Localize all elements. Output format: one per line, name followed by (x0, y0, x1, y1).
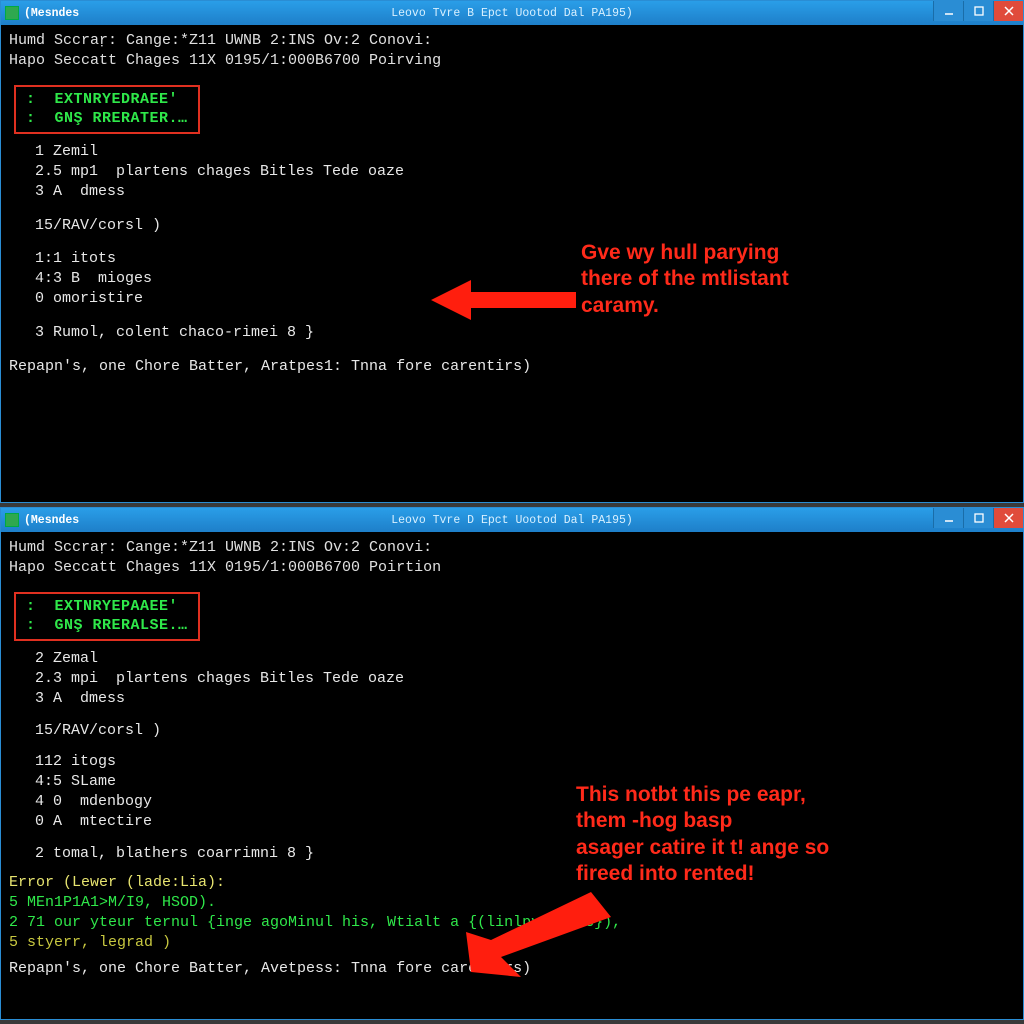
titlebar-bottom[interactable]: (Mesndes Leovo Tvre D Epct Uootod Dal PA… (1, 508, 1023, 532)
output-line: 3 A dmess (17, 182, 1015, 202)
output-line: 1 Zemil (17, 142, 1015, 162)
box-line-2: : GNŞ RRERALSE.… (26, 616, 188, 636)
box-line-1: : EXTNRYEDRAEE' (26, 90, 188, 110)
error-header: Error (Lewer (lade:Lia): (9, 873, 1015, 893)
maximize-button[interactable] (963, 508, 993, 528)
error-line: 5 MEn1P1A1>M/I9, HSOD). (9, 893, 1015, 913)
prompt-line: Repapn's, one Chore Batter, Avetpess: Tn… (9, 959, 1015, 979)
box-line-1: : EXTNRYEPAAEE' (26, 597, 188, 617)
output-line: 2.3 mpi plartens chages Bitles Tede oaze (17, 669, 1015, 689)
close-button[interactable] (993, 1, 1023, 21)
maximize-button[interactable] (963, 1, 993, 21)
output-line: 4 0 mdenbogy (17, 792, 1015, 812)
titlebar-top[interactable]: (Mesndes Leovo Tvre B Epct Uootod Dal PA… (1, 1, 1023, 25)
minimize-button[interactable] (933, 1, 963, 21)
prompt-line: Repapn's, one Chore Batter, Aratpes1: Tn… (9, 357, 1015, 377)
terminal-window-top: (Mesndes Leovo Tvre B Epct Uootod Dal PA… (0, 0, 1024, 503)
output-line: 4:5 SLame (17, 772, 1015, 792)
output-line: 1:1 itots (17, 249, 1015, 269)
output-line: 2 Zemal (17, 649, 1015, 669)
terminal-window-bottom: (Mesndes Leovo Tvre D Epct Uootod Dal PA… (0, 507, 1024, 1020)
app-icon (5, 513, 19, 527)
app-name: (Mesndes (24, 7, 79, 20)
output-line: 3 Rumol, colent chaco-rimei 8 } (17, 323, 1015, 343)
minimize-button[interactable] (933, 508, 963, 528)
app-name: (Mesndes (24, 514, 79, 527)
output-line: 4:3 B mioges (17, 269, 1015, 289)
header-line-2: Hapo Seccatt Chages 11X 0195/1:000B6700 … (9, 51, 1015, 71)
highlighted-block: : EXTNRYEPAAEE' : GNŞ RRERALSE.… (14, 592, 200, 642)
window-title: Leovo Tvre B Epct Uootod Dal PA195) (391, 7, 633, 20)
output-line: 15/RAV/corsl ) (17, 721, 1015, 741)
output-line: 112 itogs (17, 752, 1015, 772)
error-line: 5 styerr, legrad ) (9, 933, 1015, 953)
error-line: 2 71 our yteur ternul {inge agoMinul his… (9, 913, 1015, 933)
terminal-body-bottom[interactable]: Humd Sccraṛ: Cange:*Z11 UWNB 2:INS Ov:2 … (1, 532, 1023, 1019)
terminal-body-top[interactable]: Humd Sccraṛ: Cange:*Z11 UWNB 2:INS Ov:2 … (1, 25, 1023, 502)
window-title: Leovo Tvre D Epct Uootod Dal PA195) (391, 514, 633, 527)
header-line-1: Humd Sccraṛ: Cange:*Z11 UWNB 2:INS Ov:2 … (9, 538, 1015, 558)
output-line: 2 tomal, blathers coarrimni 8 } (17, 844, 1015, 864)
output-line: 0 omoristire (17, 289, 1015, 309)
app-icon (5, 6, 19, 20)
close-button[interactable] (993, 508, 1023, 528)
output-line: 3 A dmess (17, 689, 1015, 709)
highlighted-block: : EXTNRYEDRAEE' : GNŞ RRERATER.… (14, 85, 200, 135)
box-line-2: : GNŞ RRERATER.… (26, 109, 188, 129)
window-controls (933, 1, 1023, 21)
output-line: 15/RAV/corsl ) (17, 216, 1015, 236)
window-controls (933, 508, 1023, 528)
output-line: 0 A mtectire (17, 812, 1015, 832)
header-line-2: Hapo Seccatt Chages 11X 0195/1:000B6700 … (9, 558, 1015, 578)
header-line-1: Humd Sccraṛ: Cange:*Z11 UWNB 2:INS Ov:2 … (9, 31, 1015, 51)
output-line: 2.5 mp1 plartens chages Bitles Tede oaze (17, 162, 1015, 182)
